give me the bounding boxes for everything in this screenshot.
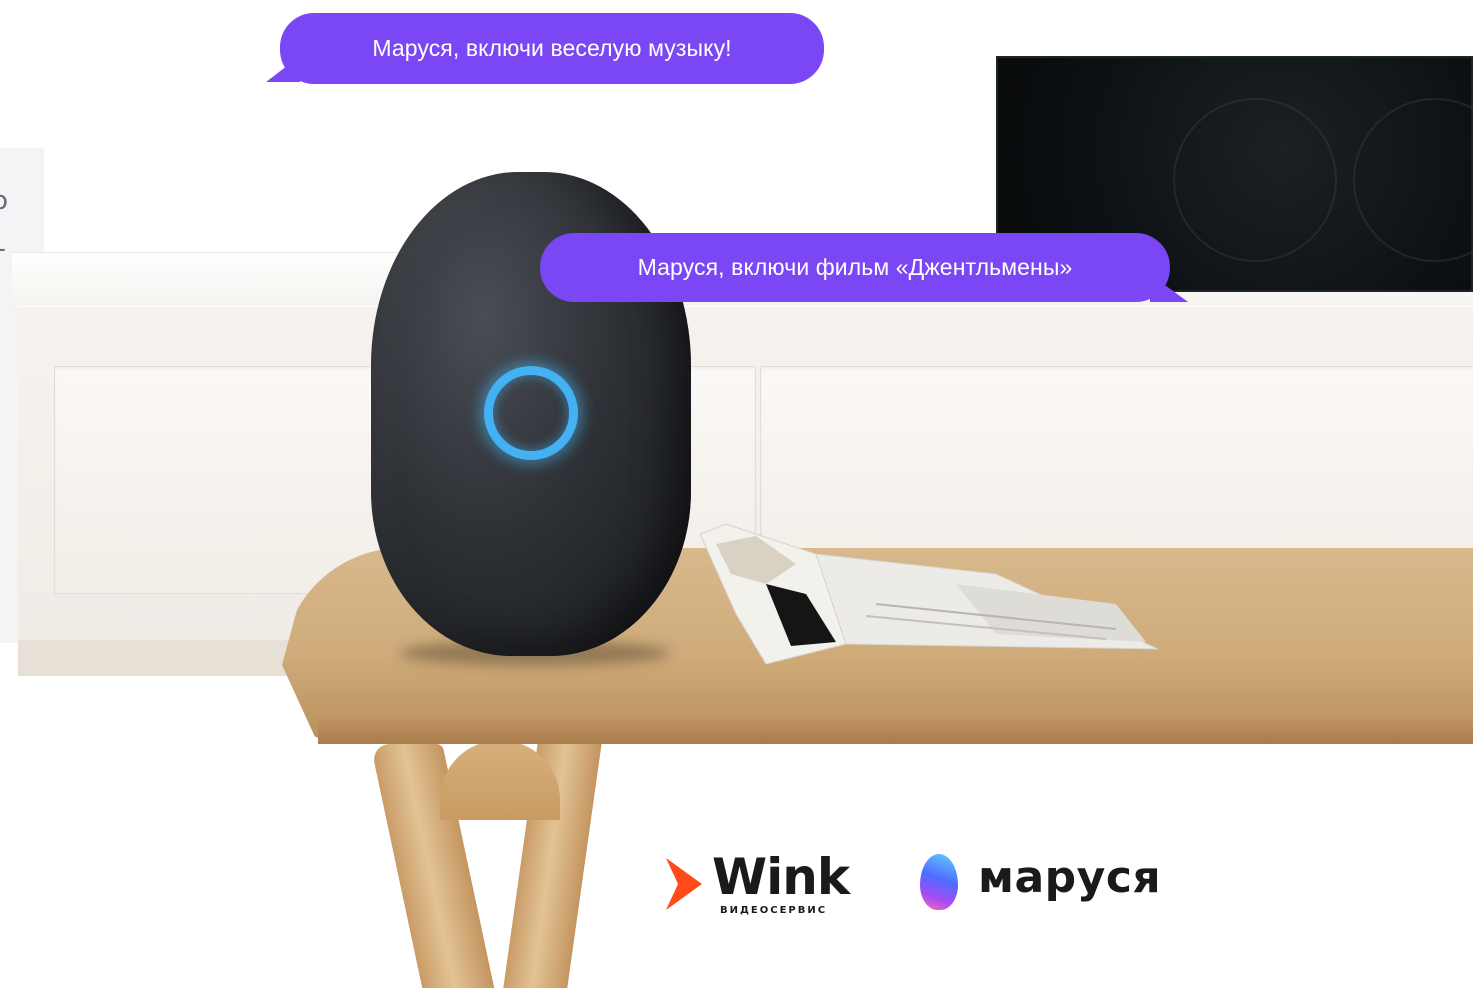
marusya-orb-icon bbox=[920, 854, 958, 910]
speech-bubble-text: Маруся, включи фильм «Джентльмены» bbox=[637, 254, 1073, 280]
tv-reflection bbox=[1353, 98, 1473, 262]
wink-logo-word: Wink bbox=[712, 848, 850, 906]
speech-bubble-movie: Маруся, включи фильм «Джентльмены» bbox=[540, 233, 1170, 302]
side-text-fragment: - bbox=[0, 236, 6, 262]
side-text-fragment: o bbox=[0, 186, 8, 216]
speaker-light-ring bbox=[484, 366, 578, 460]
open-magazine bbox=[699, 524, 1158, 664]
marusya-logo-word: маруся bbox=[978, 852, 1162, 903]
marusya-logo: маруся bbox=[920, 854, 1180, 914]
wink-logo: Wink ВИДЕОСЕРВИС bbox=[664, 852, 854, 922]
tv-reflection bbox=[1173, 98, 1337, 262]
wink-logo-subtitle: ВИДЕОСЕРВИС bbox=[720, 905, 828, 916]
speech-bubble-text: Маруся, включи веселую музыку! bbox=[372, 35, 732, 61]
table-edge bbox=[318, 718, 1473, 744]
promo-scene: o - Маруся, включи веселую музыку! Марус… bbox=[0, 0, 1473, 988]
wink-arrow-icon bbox=[666, 858, 702, 910]
speech-bubble-music: Маруся, включи веселую музыку! bbox=[280, 13, 824, 84]
